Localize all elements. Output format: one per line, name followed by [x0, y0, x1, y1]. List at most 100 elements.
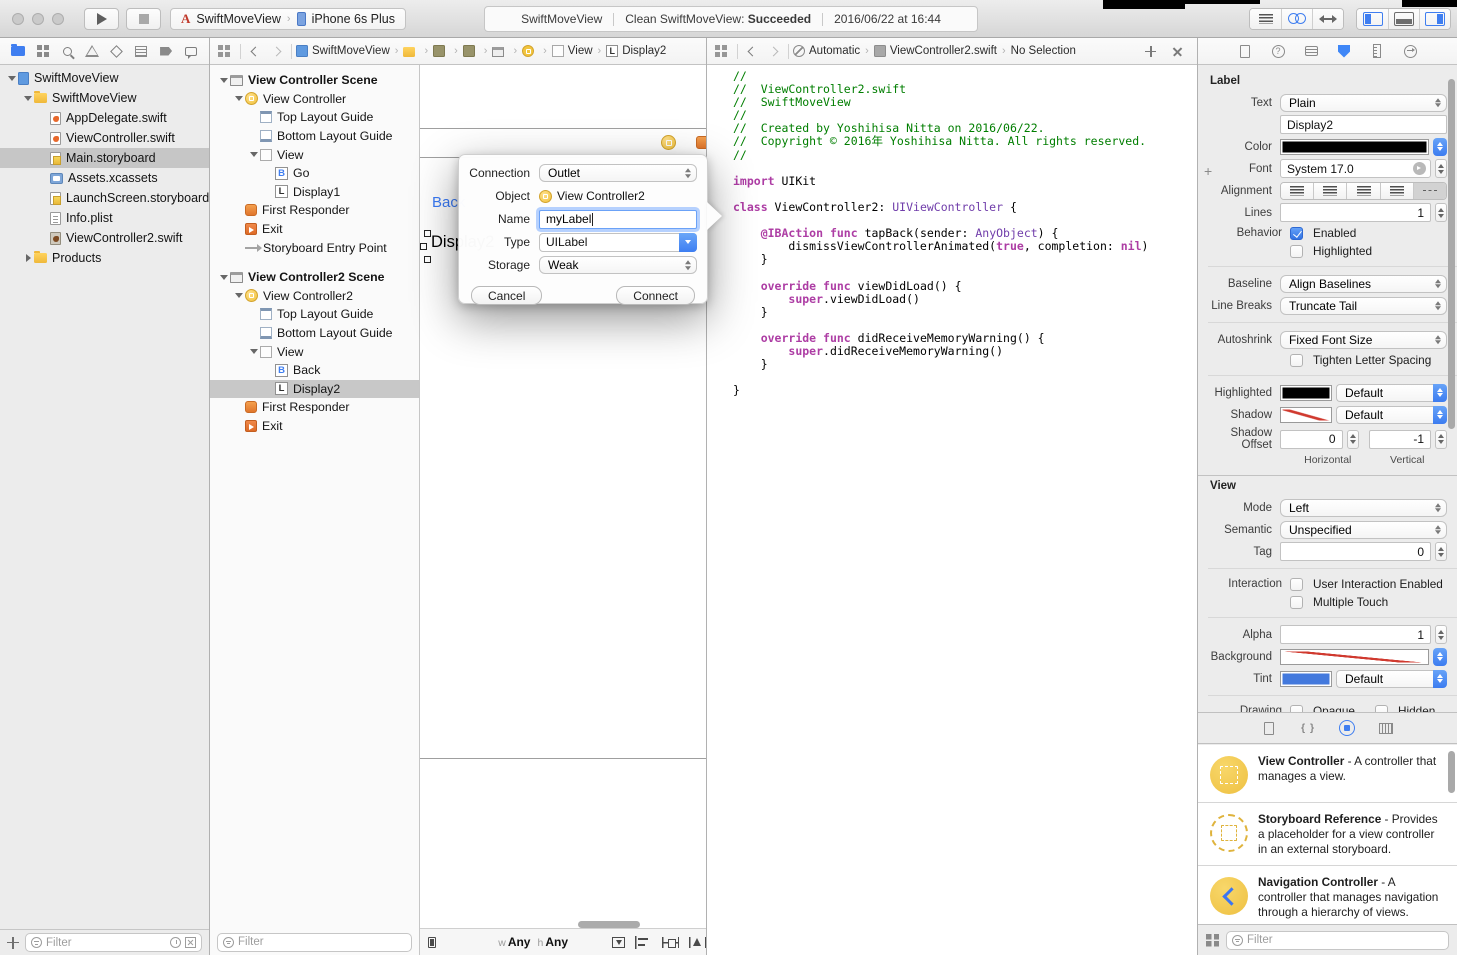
align-constraints-button[interactable] — [635, 936, 652, 949]
font-picker-icon[interactable] — [1413, 162, 1426, 175]
name-input[interactable]: myLabel — [539, 210, 697, 229]
label-text-field[interactable]: Display2 — [1280, 115, 1447, 134]
breadcrumb-item[interactable] — [492, 46, 508, 57]
breadcrumb-item-automatic[interactable]: Automatic — [793, 45, 860, 57]
user-interaction-checkbox[interactable] — [1290, 578, 1303, 591]
combo-dropdown-icon[interactable] — [679, 233, 697, 252]
text-type-popup[interactable]: Plain — [1280, 94, 1447, 112]
disclosure-down-icon[interactable] — [218, 78, 230, 83]
disclosure-down-icon[interactable] — [22, 96, 34, 101]
align-natural-segment[interactable] — [1413, 183, 1446, 199]
library-filter-field[interactable]: Filter — [1226, 931, 1449, 950]
font-size-stepper[interactable] — [1435, 159, 1447, 178]
align-center-segment[interactable] — [1313, 183, 1346, 199]
toggle-utilities-button[interactable] — [1419, 9, 1450, 29]
navigator-item-swiftmoveview[interactable]: SwiftMoveView — [0, 88, 209, 108]
breadcrumb-item-viewcontroller2-swift[interactable]: ViewController2.swift — [874, 45, 997, 57]
size-inspector-tab[interactable] — [1369, 43, 1385, 59]
connect-button[interactable]: Connect — [616, 286, 695, 305]
source-code[interactable]: //// ViewController2.swift// SwiftMoveVi… — [733, 70, 1193, 397]
window-close-button[interactable] — [12, 13, 24, 25]
outline-item-view-controller2-scene[interactable]: View Controller2 Scene — [210, 268, 419, 287]
outline-item-bottom-layout-guide[interactable]: Bottom Layout Guide — [210, 324, 419, 343]
navigator-item-viewcontroller-swift[interactable]: ViewController.swift — [0, 128, 209, 148]
text-color-well[interactable] — [1280, 139, 1429, 155]
autoshrink-popup[interactable]: Fixed Font Size — [1280, 331, 1447, 349]
selection-handle[interactable] — [424, 230, 431, 237]
back-chevron-icon[interactable] — [748, 46, 758, 56]
highlighted-color-stepper[interactable] — [1433, 384, 1447, 402]
selection-handle[interactable] — [424, 256, 431, 263]
tighten-spacing-checkbox[interactable] — [1290, 354, 1303, 367]
add-variation-button[interactable]: + — [1204, 166, 1216, 178]
close-editor-button[interactable] — [1172, 46, 1183, 57]
enabled-checkbox[interactable] — [1290, 227, 1303, 240]
inspector-scrollbar[interactable] — [1448, 79, 1455, 429]
shadow-color-stepper[interactable] — [1433, 406, 1447, 424]
navigator-item-main-storyboard[interactable]: Main.storyboard — [0, 148, 209, 168]
breadcrumb-item[interactable] — [433, 45, 449, 57]
cancel-button[interactable]: Cancel — [471, 286, 542, 305]
outline-item-top-layout-guide[interactable]: Top Layout Guide — [210, 305, 419, 324]
shadow-offset-h-stepper[interactable] — [1347, 430, 1359, 449]
outline-item-bottom-layout-guide[interactable]: Bottom Layout Guide — [210, 127, 419, 146]
library-item-view-controller[interactable]: View Controller - A controller that mana… — [1198, 745, 1457, 803]
library-item-storyboard-reference[interactable]: Storyboard Reference - Provides a placeh… — [1198, 803, 1457, 866]
outline-item-view-controller-scene[interactable]: View Controller Scene — [210, 71, 419, 90]
type-combobox[interactable]: UILabel — [539, 233, 697, 252]
resolve-autolayout-button[interactable] — [689, 936, 706, 949]
hidden-checkbox[interactable] — [1375, 705, 1388, 713]
outline-item-view[interactable]: View — [210, 145, 419, 164]
outline-item-storyboard-entry-point[interactable]: Storyboard Entry Point — [210, 238, 419, 257]
stop-button[interactable] — [126, 8, 161, 30]
add-editor-button[interactable] — [1145, 46, 1156, 57]
outline-item-view[interactable]: View — [210, 342, 419, 361]
toggle-navigator-button[interactable] — [1357, 9, 1388, 29]
forward-chevron-icon[interactable] — [272, 46, 282, 56]
breadcrumb-item-view[interactable]: View — [552, 45, 593, 57]
tag-field[interactable]: 0 — [1280, 542, 1431, 561]
navigator-item-swiftmoveview[interactable]: SwiftMoveView — [0, 68, 209, 88]
selection-handle[interactable] — [420, 243, 427, 250]
opaque-checkbox[interactable] — [1290, 705, 1303, 713]
disclosure-down-icon[interactable] — [233, 96, 245, 101]
standard-editor-button[interactable] — [1250, 9, 1281, 29]
outline-item-display1[interactable]: LDisplay1 — [210, 183, 419, 202]
shadow-offset-h-field[interactable]: 0 — [1280, 430, 1343, 449]
breakpoint-navigator-tab[interactable] — [156, 43, 176, 59]
background-color-well[interactable] — [1280, 649, 1429, 665]
unsaved-files-icon[interactable] — [185, 937, 196, 948]
shadow-color-well[interactable] — [1280, 407, 1332, 423]
embed-in-stack-button[interactable] — [612, 937, 625, 948]
test-navigator-tab[interactable] — [107, 43, 127, 59]
identity-inspector-tab[interactable] — [1303, 43, 1319, 59]
connection-popup[interactable]: Outlet — [539, 164, 697, 182]
multiple-touch-checkbox[interactable] — [1290, 596, 1303, 609]
breadcrumb-item-swiftmoveview[interactable]: SwiftMoveView — [296, 45, 390, 57]
window-zoom-button[interactable] — [52, 13, 64, 25]
navigator-item-launchscreen-storyboard[interactable]: LaunchScreen.storyboard — [0, 188, 209, 208]
storyboard-canvas[interactable]: Back Display2 w Any h Any — [420, 65, 706, 955]
pane-divider[interactable] — [1197, 38, 1198, 955]
outline-item-view-controller[interactable]: View Controller — [210, 90, 419, 109]
color-stepper[interactable] — [1433, 138, 1447, 156]
outline-item-go[interactable]: BGo — [210, 164, 419, 183]
media-library-tab[interactable] — [1378, 720, 1394, 736]
tint-color-well[interactable] — [1280, 671, 1332, 687]
semantic-popup[interactable]: Unspecified — [1280, 521, 1447, 539]
disclosure-down-icon[interactable] — [218, 275, 230, 280]
quick-help-inspector-tab[interactable] — [1270, 43, 1286, 59]
storage-popup[interactable]: Weak — [539, 256, 697, 274]
disclosure-down-icon[interactable] — [248, 152, 260, 157]
breadcrumb-item-no-selection[interactable]: No Selection — [1011, 45, 1076, 57]
symbol-navigator-tab[interactable] — [33, 43, 53, 59]
align-justify-segment[interactable] — [1380, 183, 1413, 199]
forward-chevron-icon[interactable] — [769, 46, 779, 56]
pin-constraints-button[interactable] — [662, 936, 679, 949]
tint-popup[interactable]: Default — [1336, 670, 1433, 688]
highlighted-color-popup[interactable]: Default — [1336, 384, 1433, 402]
outline-item-exit[interactable]: Exit — [210, 220, 419, 239]
code-editor[interactable]: //// ViewController2.swift// SwiftMoveVi… — [707, 65, 1197, 955]
align-left-segment[interactable] — [1281, 183, 1313, 199]
code-snippet-library-tab[interactable]: { } — [1300, 720, 1316, 736]
